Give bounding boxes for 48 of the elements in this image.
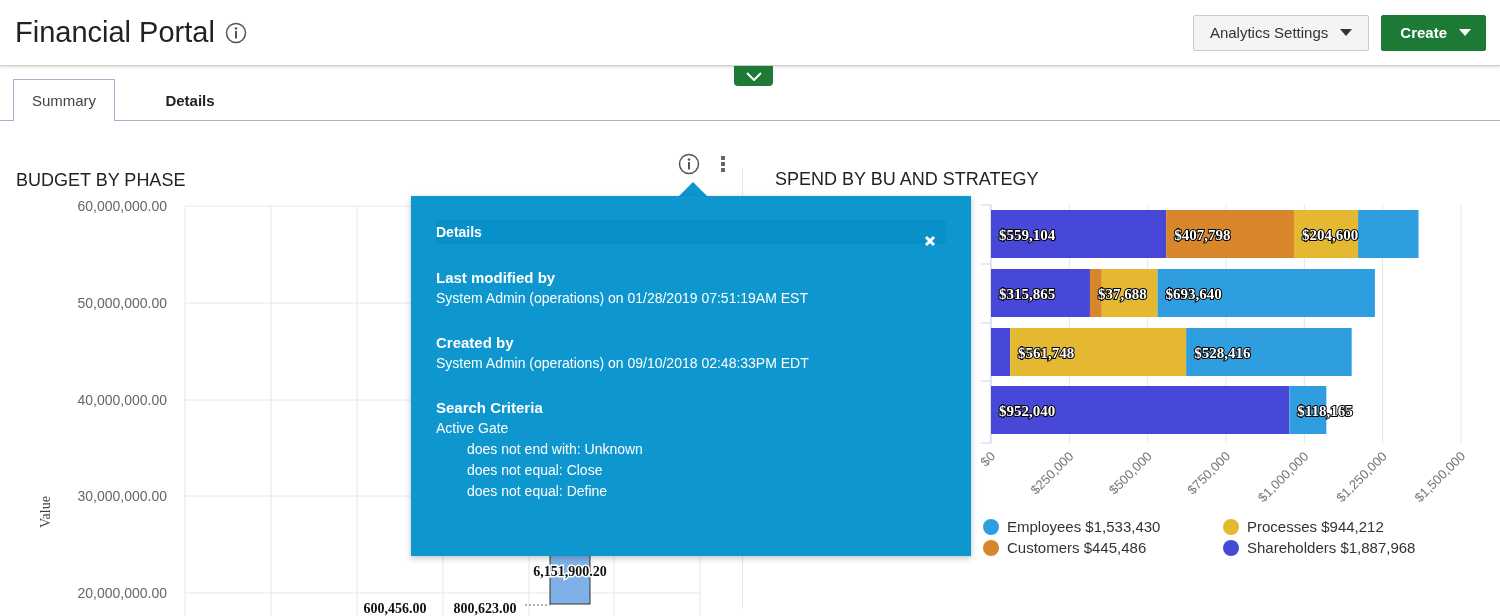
tab[interactable]: Summary <box>13 79 115 121</box>
popup-title: Details <box>436 224 482 240</box>
data-label: $315,865 <box>999 286 1056 302</box>
axis-tick-label: 50,000,000.00 <box>77 295 167 311</box>
data-label: 800,623.00 <box>453 601 517 616</box>
header-button[interactable]: Create <box>1381 14 1486 51</box>
chart-title: BUDGET BY PHASE <box>16 170 186 191</box>
data-label: 600,456.00 <box>363 601 427 616</box>
legend-label[interactable]: Shareholders $1,887,968 <box>1247 539 1416 556</box>
detail-text: Active Gate <box>436 419 510 438</box>
axis-tick-label: 30,000,000.00 <box>77 488 167 504</box>
legend-label[interactable]: Customers $445,486 <box>1007 539 1147 556</box>
detail-text: does not equal: Close <box>466 461 604 480</box>
detail-text: System Admin (operations) on 09/10/2018 02:48:33PM EDT <box>436 354 810 373</box>
detail-text: does not end with: Unknown <box>466 440 644 459</box>
page-title: Financial Portal <box>15 16 215 49</box>
caret-icon <box>1459 29 1471 36</box>
chevron-down-icon <box>745 71 762 81</box>
data-label: $559,104 <box>999 227 1056 243</box>
section-heading: Last modified by <box>436 268 557 288</box>
close-icon[interactable] <box>924 235 936 247</box>
axis-title: Value <box>38 496 53 528</box>
legend-label[interactable]: Processes $944,212 <box>1247 518 1384 535</box>
detail-text: does not equal: Define <box>466 482 609 501</box>
axis-tick-label: 20,000,000.00 <box>77 585 167 601</box>
caret-icon <box>1340 29 1353 36</box>
chart-title: SPEND BY BU AND STRATEGY <box>775 169 1040 191</box>
data-label: $407,798 <box>1174 227 1231 243</box>
data-label: $37,688 <box>1097 286 1147 302</box>
chart-bar <box>1358 210 1419 258</box>
legend-label[interactable]: Employees $1,533,430 <box>1007 518 1161 535</box>
axis-tick-label: $0 <box>977 448 999 470</box>
info-icon[interactable] <box>224 21 247 44</box>
data-label: $204,600 <box>1301 227 1359 243</box>
section-heading: Created by <box>436 333 515 353</box>
data-label: $528,416 <box>1194 345 1251 361</box>
header-button[interactable]: Analytics Settings <box>1192 14 1370 51</box>
data-label: $561,748 <box>1018 345 1075 361</box>
data-label: $952,040 <box>999 403 1056 419</box>
section-heading: Search Criteria <box>436 398 544 418</box>
axis-tick-label: 40,000,000.00 <box>77 392 167 408</box>
data-label: $693,640 <box>1165 286 1222 302</box>
info-icon[interactable] <box>678 153 700 175</box>
axis-tick-label: 60,000,000.00 <box>77 198 167 214</box>
more-options-icon[interactable] <box>720 155 726 173</box>
tab[interactable]: Details <box>139 79 241 121</box>
detail-text: System Admin (operations) on 01/28/2019 07:51:19AM EST <box>436 289 809 308</box>
collapse-header-button[interactable] <box>734 66 773 86</box>
